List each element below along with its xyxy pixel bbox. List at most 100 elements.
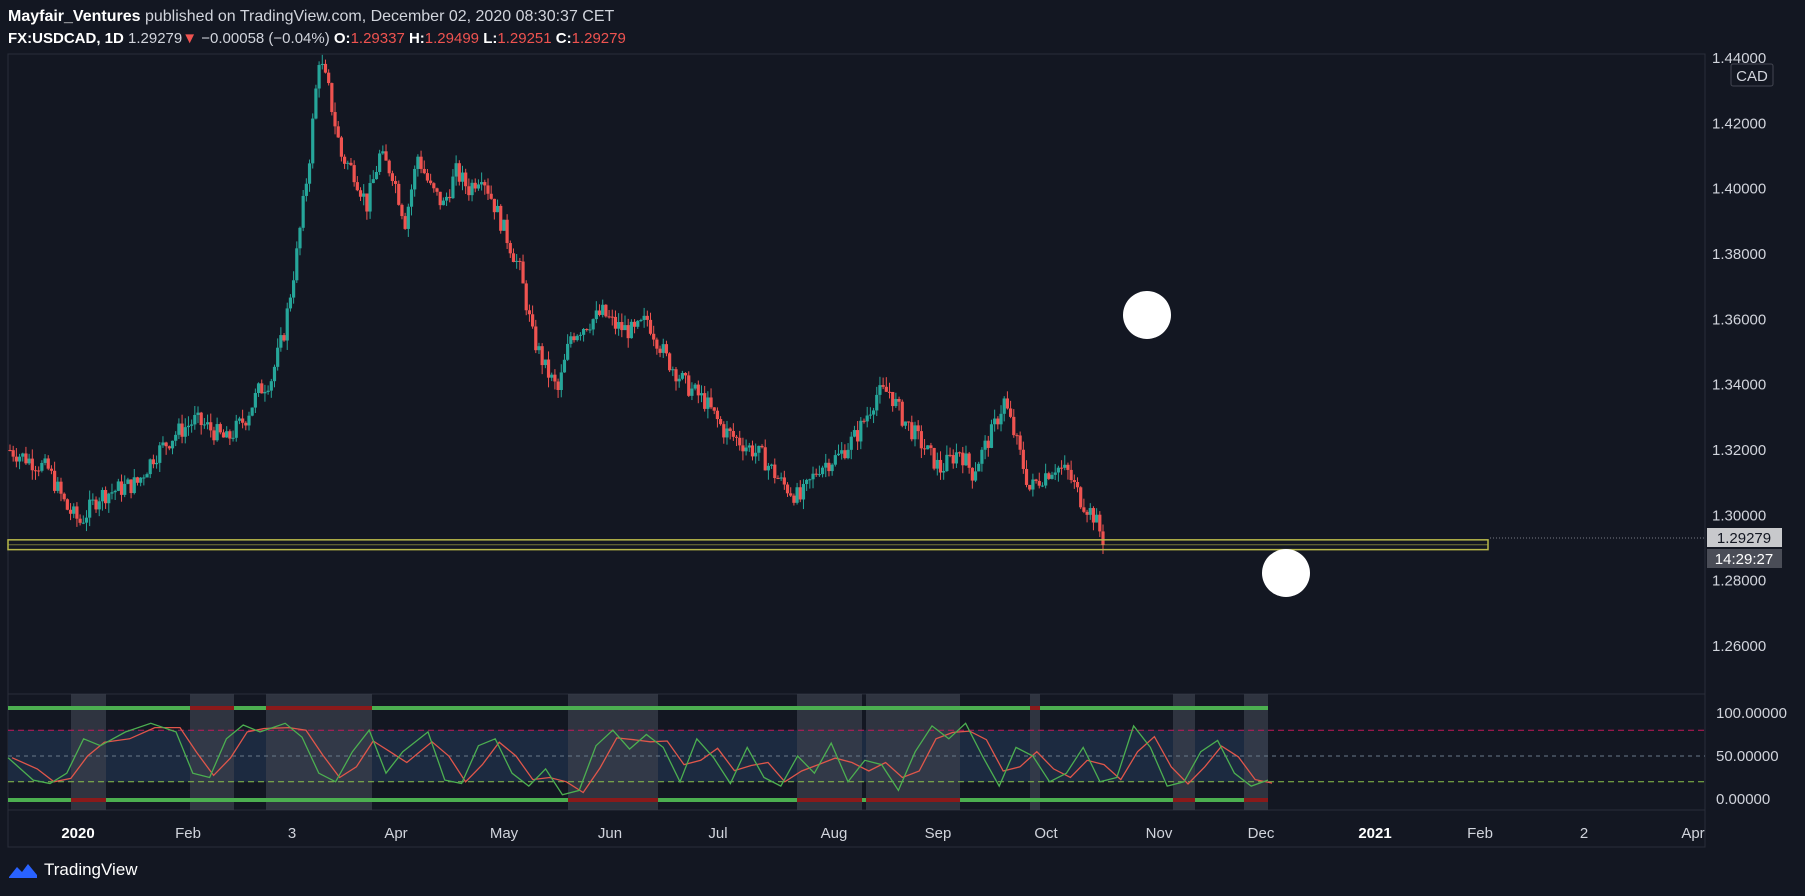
brand-name[interactable]: TradingView bbox=[44, 860, 138, 880]
candle-body bbox=[24, 453, 28, 464]
candle-body bbox=[958, 452, 962, 454]
candle-body bbox=[397, 183, 401, 205]
price-tick-5: 1.34000 bbox=[1712, 377, 1766, 394]
candle-body bbox=[808, 479, 812, 481]
candle-body bbox=[1088, 508, 1092, 515]
candle-body bbox=[518, 260, 522, 262]
candle-body bbox=[951, 455, 955, 464]
candle-body bbox=[154, 462, 159, 465]
candle-body bbox=[734, 436, 739, 438]
countdown-text: 14:29:27 bbox=[1715, 551, 1773, 568]
candle-body bbox=[218, 424, 222, 433]
candle-body bbox=[661, 344, 665, 353]
candle-body bbox=[378, 153, 382, 172]
candle-body bbox=[820, 467, 825, 475]
price-tick-1: 1.42000 bbox=[1712, 115, 1766, 132]
candle-body bbox=[907, 421, 911, 423]
candle-body bbox=[846, 449, 850, 459]
candle-body bbox=[776, 478, 780, 480]
candle-body bbox=[11, 450, 15, 457]
candle-body bbox=[871, 410, 876, 415]
candle-body bbox=[116, 481, 120, 491]
candle-body bbox=[247, 415, 251, 426]
candle-body bbox=[256, 383, 261, 393]
candle-body bbox=[374, 171, 379, 180]
candle-body bbox=[263, 391, 267, 394]
annotation-circle-bottom[interactable] bbox=[1262, 549, 1310, 597]
support-zone[interactable] bbox=[7, 539, 1489, 551]
candle-body bbox=[241, 418, 245, 423]
candle-body bbox=[119, 481, 124, 495]
candle-body bbox=[769, 464, 774, 466]
candle-body bbox=[824, 462, 828, 468]
candle-body bbox=[8, 450, 12, 451]
candle-body bbox=[292, 280, 296, 298]
candle-body bbox=[113, 490, 117, 493]
candle-body bbox=[148, 459, 152, 475]
candle-body bbox=[719, 419, 723, 425]
candle-body bbox=[1028, 484, 1032, 490]
candle-body bbox=[505, 219, 509, 244]
candle-body bbox=[540, 346, 544, 366]
time-label-6: Jul bbox=[708, 825, 727, 842]
candle-body bbox=[65, 499, 69, 510]
stoch-tick-1: 50.00000 bbox=[1716, 748, 1779, 765]
candle-body bbox=[798, 487, 802, 500]
candle-body bbox=[843, 450, 847, 459]
candle-body bbox=[903, 421, 908, 426]
stochastic-shade-3 bbox=[568, 694, 658, 810]
candle-body bbox=[648, 319, 653, 334]
candle-body bbox=[683, 372, 688, 376]
candle-body bbox=[1053, 472, 1057, 475]
candle-body bbox=[948, 454, 952, 456]
candle-body bbox=[989, 424, 994, 448]
candle-body bbox=[17, 456, 22, 462]
candle-body bbox=[205, 422, 210, 425]
candle-body bbox=[1095, 514, 1099, 523]
candle-body bbox=[849, 436, 853, 450]
candle-body bbox=[859, 420, 863, 442]
stochastic-shade-4 bbox=[797, 694, 862, 810]
candle-body bbox=[964, 453, 968, 466]
candle-body bbox=[416, 156, 420, 169]
candle-body bbox=[228, 431, 232, 439]
candle-body bbox=[167, 446, 171, 449]
candle-body bbox=[467, 186, 471, 196]
candle-body bbox=[323, 63, 328, 73]
candle-body bbox=[696, 384, 700, 396]
candle-body bbox=[170, 440, 175, 449]
candle-body bbox=[725, 428, 729, 438]
candle-body bbox=[84, 517, 89, 523]
tradingview-logo-icon[interactable] bbox=[8, 861, 38, 879]
candle-body bbox=[754, 452, 758, 457]
candle-body bbox=[317, 65, 321, 89]
candle-body bbox=[406, 206, 410, 229]
candle-body bbox=[272, 366, 277, 382]
candle-body bbox=[913, 425, 917, 440]
candle-body bbox=[680, 372, 684, 379]
price-chart[interactable]: 1.440001.420001.400001.380001.360001.340… bbox=[0, 0, 1805, 896]
stochastic-shade-5 bbox=[866, 694, 960, 810]
candle-body bbox=[601, 304, 605, 315]
time-axis[interactable]: 2020 Feb 3 Apr May Jun Jul Aug Sep Oct Nov Dec 2021 F… bbox=[61, 825, 1704, 842]
candle-body bbox=[177, 423, 181, 435]
time-label-15: Apr bbox=[1681, 825, 1704, 842]
candle-body bbox=[556, 381, 560, 390]
annotation-circle-top[interactable] bbox=[1123, 291, 1171, 339]
candle-body bbox=[288, 297, 293, 309]
stoch-top-red-0 bbox=[190, 706, 234, 710]
candle-body bbox=[1044, 473, 1048, 486]
candle-body bbox=[706, 397, 710, 409]
candle-body bbox=[642, 315, 646, 320]
candle-body bbox=[935, 459, 939, 469]
candle-body bbox=[1063, 464, 1067, 468]
candle-body bbox=[668, 353, 672, 371]
candle-body bbox=[365, 193, 369, 212]
candle-body bbox=[805, 479, 809, 484]
candle-body bbox=[632, 321, 637, 327]
candle-body bbox=[336, 126, 340, 138]
candle-body bbox=[559, 372, 563, 390]
candle-body bbox=[572, 336, 576, 341]
candle-body bbox=[613, 316, 618, 329]
stoch-top-red-1 bbox=[266, 706, 372, 710]
